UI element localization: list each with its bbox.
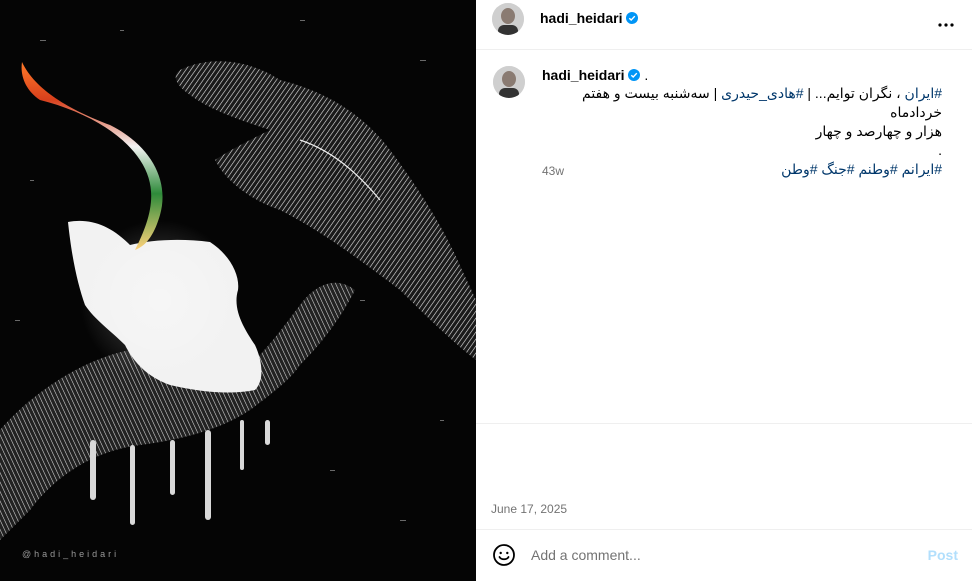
post-side-panel: hadi_heidari hadi_heidari . #ایران ، نگر… <box>476 0 972 581</box>
caption-fragment: ، نگران توایم... | <box>803 85 905 101</box>
header-user: hadi_heidari <box>540 10 639 28</box>
avatar-image <box>492 3 524 35</box>
caption-suffix: . <box>644 67 649 83</box>
avatar-image <box>493 66 525 98</box>
hashtag-link[interactable]: #ایران <box>905 85 942 101</box>
caption-time-ago[interactable]: 43w <box>542 164 564 178</box>
artwork-illustration <box>0 0 476 581</box>
post-date[interactable]: June 17, 2025 <box>491 502 567 516</box>
hashtag-link[interactable]: #هادی_حیدری <box>721 85 803 101</box>
verified-badge-icon <box>628 68 641 81</box>
post-comment-button[interactable]: Post <box>928 547 958 563</box>
caption-username[interactable]: hadi_heidari <box>542 67 624 83</box>
caption-line-2: هزار و چهارصد و چهار <box>815 123 942 139</box>
post-image[interactable]: @hadi_heidari <box>0 0 476 581</box>
emoji-icon[interactable] <box>492 543 516 567</box>
comment-input[interactable] <box>531 543 891 567</box>
caption-section: hadi_heidari . #ایران ، نگران توایم... |… <box>476 50 972 420</box>
author-avatar[interactable] <box>492 3 524 35</box>
image-watermark: @hadi_heidari <box>22 549 120 559</box>
caption-line-3: . <box>938 142 942 158</box>
caption-header: hadi_heidari . <box>542 67 648 83</box>
caption-hashtags[interactable]: #ایرانم #وطنم #جنگ #وطن <box>542 160 942 179</box>
header-username[interactable]: hadi_heidari <box>540 10 622 26</box>
post-header: hadi_heidari <box>476 0 972 50</box>
caption-text: #ایران ، نگران توایم... | #هادی_حیدری | … <box>542 84 942 179</box>
verified-badge-icon <box>626 11 639 24</box>
divider <box>476 423 972 424</box>
caption-line-1: #ایران ، نگران توایم... | #هادی_حیدری | … <box>542 84 942 122</box>
comment-box: Post <box>476 530 972 581</box>
more-options-icon[interactable] <box>934 13 958 37</box>
caption-author-avatar[interactable] <box>493 66 525 98</box>
